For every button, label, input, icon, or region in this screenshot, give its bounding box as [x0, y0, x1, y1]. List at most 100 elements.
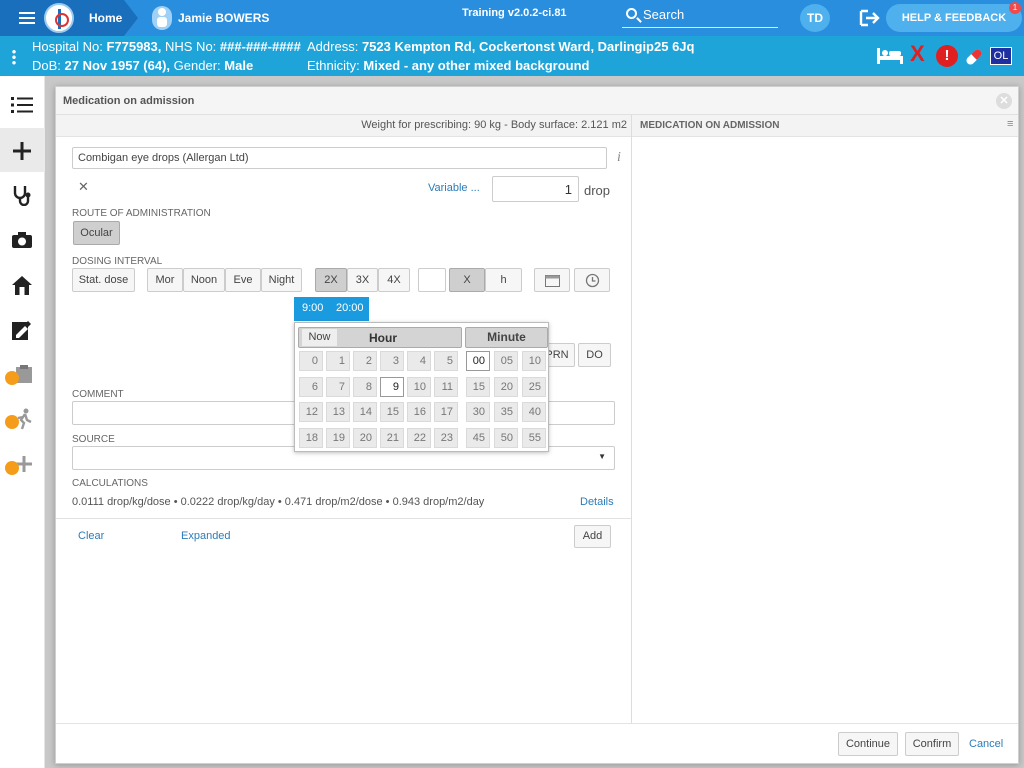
minute-cell[interactable]: 20	[494, 376, 518, 397]
home-link[interactable]: Home	[89, 11, 122, 25]
hour-cell[interactable]: 0	[299, 351, 323, 371]
route-label: ROUTE OF ADMINISTRATION	[72, 208, 211, 219]
hour-cell[interactable]: 18	[299, 427, 323, 448]
drug-field[interactable]: Combigan eye drops (Allergan Ltd)	[72, 147, 607, 169]
info-icon[interactable]: i	[617, 150, 621, 166]
cancel-link[interactable]: Cancel	[969, 738, 1003, 750]
variable-link[interactable]: Variable ...	[428, 182, 480, 194]
nav-list[interactable]	[0, 83, 45, 127]
x-button[interactable]: X	[449, 268, 485, 292]
hour-cell[interactable]: 2	[353, 351, 377, 371]
minute-cell[interactable]: 25	[522, 376, 546, 397]
time-picker: Now Hour Minute 0 1 2 3 4 5 6 7 8 9 10 11 12 13 14 15 16…	[294, 322, 549, 452]
minute-cell[interactable]: 35	[494, 402, 518, 422]
hour-cell[interactable]: 22	[407, 427, 431, 448]
interval-input[interactable]	[418, 268, 446, 292]
flag-x[interactable]: X	[910, 41, 925, 67]
clear-drug-icon[interactable]: ✕	[78, 179, 89, 195]
ol-badge[interactable]: OL	[990, 47, 1012, 65]
hour-cell[interactable]: 3	[380, 351, 404, 371]
expanded-link[interactable]: Expanded	[181, 530, 231, 542]
hour-cell[interactable]: 15	[380, 402, 404, 422]
hour-cell[interactable]: 17	[434, 402, 458, 422]
more-vert-icon[interactable]	[12, 49, 16, 65]
hour-cell[interactable]: 4	[407, 351, 431, 371]
hour-cell[interactable]: 7	[326, 376, 350, 397]
hour-header-bar: Now Hour	[298, 327, 462, 348]
right-panel-header: MEDICATION ON ADMISSION ≡	[632, 115, 1018, 137]
divider	[56, 518, 631, 519]
panel-divider	[631, 115, 632, 723]
hour-cell[interactable]: 19	[326, 427, 350, 448]
time-tags: 9:00 20:00	[294, 297, 369, 321]
minute-cell[interactable]: 15	[466, 376, 490, 397]
nav-notes[interactable]	[0, 308, 45, 352]
clock-button[interactable]	[574, 268, 610, 292]
calendar-icon	[545, 275, 560, 287]
hour-cell[interactable]: 20	[353, 427, 377, 448]
search-input[interactable]: Search	[622, 5, 778, 28]
mor-button[interactable]: Mor	[147, 268, 183, 292]
ocular-button[interactable]: Ocular	[73, 221, 120, 245]
minute-cell[interactable]: 50	[494, 427, 518, 448]
calendar-button[interactable]	[534, 268, 570, 292]
time-tag-2[interactable]: 20:00	[336, 302, 364, 314]
details-link[interactable]: Details	[580, 496, 614, 508]
dose-input[interactable]: 1	[492, 176, 579, 202]
noon-button[interactable]: Noon	[183, 268, 225, 292]
hour-cell[interactable]: 13	[326, 402, 350, 422]
do-button[interactable]: DO	[578, 343, 611, 367]
right-panel-title: MEDICATION ON ADMISSION	[640, 120, 780, 131]
minute-cell[interactable]: 10	[522, 351, 546, 371]
nav-home[interactable]	[0, 263, 45, 307]
patient-banner: Hospital No: F775983, NHS No: ###-###-##…	[0, 36, 1024, 76]
hour-cell[interactable]: 14	[353, 402, 377, 422]
hour-cell[interactable]: 5	[434, 351, 458, 371]
night-button[interactable]: Night	[261, 268, 302, 292]
pill-icon[interactable]	[963, 46, 985, 68]
add-button[interactable]: Add	[574, 525, 611, 548]
alert-icon[interactable]: !	[936, 45, 958, 67]
confirm-button[interactable]: Confirm	[905, 732, 959, 756]
hour-cell[interactable]: 8	[353, 376, 377, 397]
calculations-text: 0.0111 drop/kg/dose • 0.0222 drop/kg/day…	[72, 496, 485, 508]
hour-cell[interactable]: 9	[380, 376, 404, 397]
panel-menu-icon[interactable]: ≡	[1007, 118, 1013, 130]
continue-button[interactable]: Continue	[838, 732, 898, 756]
patient-icon	[152, 6, 172, 30]
nav-clinical[interactable]	[0, 173, 45, 217]
clear-link[interactable]: Clear	[78, 530, 104, 542]
logout-icon[interactable]	[859, 9, 881, 27]
time-tag-1[interactable]: 9:00	[302, 302, 323, 314]
stat-dose-button[interactable]: Stat. dose	[72, 268, 135, 292]
modal-title: Medication on admission	[63, 95, 195, 107]
minute-cell[interactable]: 30	[466, 402, 490, 422]
minute-cell[interactable]: 05	[494, 351, 518, 371]
minute-cell[interactable]: 45	[466, 427, 490, 448]
bed-icon[interactable]	[876, 46, 904, 64]
hour-cell[interactable]: 16	[407, 402, 431, 422]
user-avatar[interactable]: TD	[800, 4, 830, 32]
menu-icon[interactable]	[19, 12, 35, 24]
hour-cell[interactable]: 21	[380, 427, 404, 448]
minute-cell[interactable]: 00	[466, 351, 490, 371]
hour-cell[interactable]: 11	[434, 376, 458, 397]
help-feedback-button[interactable]: HELP & FEEDBACK	[886, 4, 1022, 32]
hour-cell[interactable]: 23	[434, 427, 458, 448]
minute-cell[interactable]: 55	[522, 427, 546, 448]
nav-camera[interactable]	[0, 218, 45, 262]
close-icon[interactable]: ✕	[996, 93, 1012, 109]
nav-add[interactable]	[0, 128, 45, 172]
eve-button[interactable]: Eve	[225, 268, 261, 292]
freq-2x-button[interactable]: 2X	[315, 268, 347, 292]
minute-cell[interactable]: 40	[522, 402, 546, 422]
freq-3x-button[interactable]: 3X	[347, 268, 378, 292]
hour-cell[interactable]: 1	[326, 351, 350, 371]
now-button[interactable]: Now	[302, 329, 337, 346]
h-button[interactable]: h	[485, 268, 522, 292]
hour-cell[interactable]: 12	[299, 402, 323, 422]
patient-name[interactable]: Jamie BOWERS	[178, 11, 269, 25]
freq-4x-button[interactable]: 4X	[378, 268, 410, 292]
hour-cell[interactable]: 6	[299, 376, 323, 397]
hour-cell[interactable]: 10	[407, 376, 431, 397]
